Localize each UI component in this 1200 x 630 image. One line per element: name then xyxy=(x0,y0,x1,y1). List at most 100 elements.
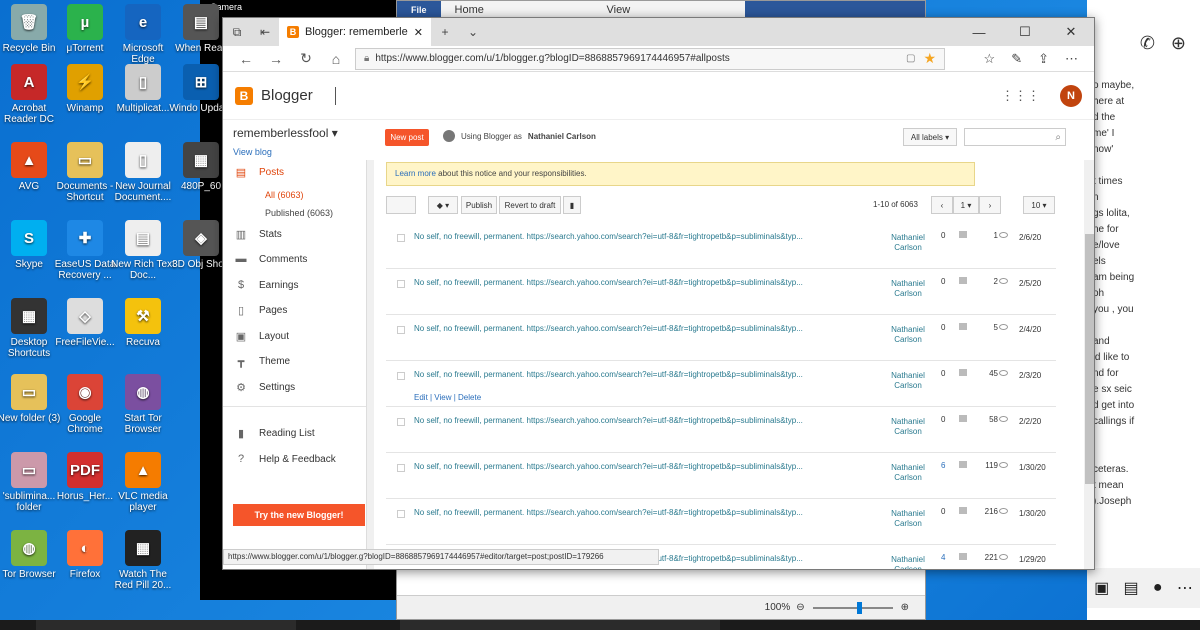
gallery-icon[interactable]: ▣ xyxy=(1094,578,1109,598)
address-url[interactable]: https://www.blogger.com/u/1/blogger.g?bl… xyxy=(375,53,898,64)
forward-icon[interactable]: → xyxy=(261,51,291,67)
labels-dropdown[interactable]: All labels ▾ xyxy=(903,128,957,146)
try-new-blogger-button[interactable]: Try the new Blogger! xyxy=(233,504,365,526)
address-bar[interactable]: 🔒︎ https://www.blogger.com/u/1/blogger.g… xyxy=(355,47,945,70)
apps-grid-icon[interactable]: ⋮⋮⋮ xyxy=(1001,88,1040,104)
sidebar-item-published[interactable]: Published (6063) xyxy=(265,208,333,218)
browser-tab[interactable]: B Blogger: rememberlessf ✕ xyxy=(279,18,431,46)
desktop-icon[interactable]: ⚒ Recuva xyxy=(110,298,176,348)
tab-actions-icon[interactable]: ⧉ xyxy=(223,18,251,46)
browser-window[interactable]: ⧉ ⇤ B Blogger: rememberlessf ✕ + ⌄ — ☐ ✕… xyxy=(222,17,1095,570)
call-icon[interactable]: ✆ xyxy=(1140,33,1155,54)
blog-selector[interactable]: rememberlessfool ▾ xyxy=(233,126,338,140)
taskbar-apps[interactable] xyxy=(400,620,720,630)
comment-count[interactable]: 0 xyxy=(941,323,945,332)
post-row[interactable]: No self, no freewill, permanent. https:/… xyxy=(386,499,1056,545)
maximize-icon[interactable]: ☐ xyxy=(1002,18,1048,46)
comment-count[interactable]: 0 xyxy=(941,277,945,286)
comment-count[interactable]: 0 xyxy=(941,507,945,516)
post-checkbox[interactable] xyxy=(397,418,405,426)
post-checkbox[interactable] xyxy=(397,234,405,242)
post-title-link[interactable]: No self, no freewill, permanent. https:/… xyxy=(414,416,834,425)
search-input[interactable]: ⌕ xyxy=(964,128,1066,146)
post-author[interactable]: Nathaniel Carlson xyxy=(888,509,928,529)
new-post-button[interactable]: New post xyxy=(385,129,429,146)
microphone-icon[interactable]: ● xyxy=(1153,579,1163,597)
refresh-icon[interactable]: ↻ xyxy=(291,50,321,67)
minimize-icon[interactable]: — xyxy=(956,18,1002,46)
sidebar-item-layout[interactable]: ▣ Layout xyxy=(235,330,289,343)
contact-card-icon[interactable]: ▤ xyxy=(1124,578,1139,598)
desktop-icon[interactable]: µ μTorrent xyxy=(52,4,118,54)
zoom-in-icon[interactable]: ⊕ xyxy=(901,602,909,613)
post-title-link[interactable]: No self, no freewill, permanent. https:/… xyxy=(414,324,834,333)
tab-list-icon[interactable]: ⌄ xyxy=(459,18,487,46)
sidebar-item-earnings[interactable]: $ Earnings xyxy=(235,279,299,291)
tab-file[interactable]: File xyxy=(397,5,441,15)
post-author[interactable]: Nathaniel Carlson xyxy=(888,233,928,253)
desktop-icon[interactable]: ◍ Start Tor Browser xyxy=(110,374,176,435)
lock-icon[interactable]: 🔒︎ xyxy=(364,53,369,64)
desktop-icon[interactable]: ▤ New Rich Text Doc... xyxy=(110,220,176,281)
post-actions[interactable]: Edit | View | Delete xyxy=(414,393,481,402)
blogger-brand[interactable]: Blogger xyxy=(261,87,313,104)
post-title-link[interactable]: No self, no freewill, permanent. https:/… xyxy=(414,462,834,471)
comment-count[interactable]: 0 xyxy=(941,369,945,378)
post-row[interactable]: No self, no freewill, permanent. https:/… xyxy=(386,315,1056,361)
zoom-slider-thumb[interactable] xyxy=(856,601,862,614)
desktop-icon[interactable]: ▯ Multiplicat... xyxy=(110,64,176,114)
post-row[interactable]: No self, no freewill, permanent. https:/… xyxy=(386,361,1056,407)
trash-icon[interactable]: ▮ xyxy=(563,196,581,214)
favorite-star-icon[interactable]: ★ xyxy=(923,50,936,67)
close-icon[interactable]: ✕ xyxy=(1048,18,1094,46)
zoom-slider[interactable] xyxy=(812,601,893,614)
set-aside-tabs-icon[interactable]: ⇤ xyxy=(251,18,279,46)
post-title-link[interactable]: No self, no freewill, permanent. https:/… xyxy=(414,232,834,241)
back-icon[interactable]: ← xyxy=(231,51,261,67)
desktop-icon[interactable]: ▲ VLC media player xyxy=(110,452,176,513)
zoom-out-icon[interactable]: ⊖ xyxy=(796,602,804,613)
desktop-icon[interactable]: ⚡ Winamp xyxy=(52,64,118,114)
post-title-link[interactable]: No self, no freewill, permanent. https:/… xyxy=(414,370,834,379)
next-page-icon[interactable]: › xyxy=(979,196,1001,214)
sidebar-item-theme[interactable]: ┳ Theme xyxy=(235,355,290,368)
prev-page-icon[interactable]: ‹ xyxy=(931,196,953,214)
post-author[interactable]: Nathaniel Carlson xyxy=(888,555,928,569)
desktop-icon[interactable]: ◐ Firefox xyxy=(52,530,118,580)
post-author[interactable]: Nathaniel Carlson xyxy=(888,371,928,391)
post-checkbox[interactable] xyxy=(397,464,405,472)
post-author[interactable]: Nathaniel Carlson xyxy=(888,325,928,345)
post-checkbox[interactable] xyxy=(397,280,405,288)
per-page-selector[interactable]: 10 ▾ xyxy=(1023,196,1055,214)
post-row[interactable]: No self, no freewill, permanent. https:/… xyxy=(386,269,1056,315)
label-dropdown[interactable]: ◆ ▾ xyxy=(428,196,458,214)
comment-count[interactable]: 6 xyxy=(941,461,945,470)
revert-to-draft-button[interactable]: Revert to draft xyxy=(499,196,561,214)
desktop-icon[interactable]: ▭ Documents - Shortcut xyxy=(52,142,118,203)
comment-count[interactable]: 4 xyxy=(941,553,945,562)
post-checkbox[interactable] xyxy=(397,326,405,334)
close-tab-icon[interactable]: ✕ xyxy=(414,26,423,39)
sidebar-item-reading-list[interactable]: ▮ Reading List xyxy=(235,427,315,440)
sidebar-item-pages[interactable]: ▯ Pages xyxy=(235,304,287,317)
select-all-checkbox[interactable] xyxy=(386,196,416,214)
post-author[interactable]: Nathaniel Carlson xyxy=(888,279,928,299)
skype-window[interactable]: ✆ ⊕ o maybe, here at d the me' I now' t … xyxy=(1087,0,1200,620)
sidebar-item-all[interactable]: All (6063) xyxy=(265,190,304,200)
scrollbar-thumb[interactable] xyxy=(1085,234,1094,484)
notes-icon[interactable]: ✎ xyxy=(1011,51,1022,67)
new-tab-icon[interactable]: + xyxy=(431,18,459,46)
post-author[interactable]: Nathaniel Carlson xyxy=(888,417,928,437)
more-icon[interactable]: ⋯ xyxy=(1177,578,1193,598)
sidebar-item-stats[interactable]: ▥ Stats xyxy=(235,228,282,241)
post-row[interactable]: No self, no freewill, permanent. https:/… xyxy=(386,223,1056,269)
taskbar[interactable] xyxy=(0,620,1200,630)
sidebar-item-posts[interactable]: ▤ Posts xyxy=(235,166,284,179)
post-row[interactable]: No self, no freewill, permanent. https:/… xyxy=(386,453,1056,499)
page-scrollbar[interactable] xyxy=(1084,160,1094,569)
post-title-link[interactable]: No self, no freewill, permanent. https:/… xyxy=(414,508,834,517)
blogger-logo-icon[interactable]: B xyxy=(235,86,253,105)
taskbar-search[interactable] xyxy=(36,620,296,630)
account-avatar[interactable]: N xyxy=(1060,84,1082,107)
learn-more-link[interactable]: Learn more xyxy=(395,169,436,178)
